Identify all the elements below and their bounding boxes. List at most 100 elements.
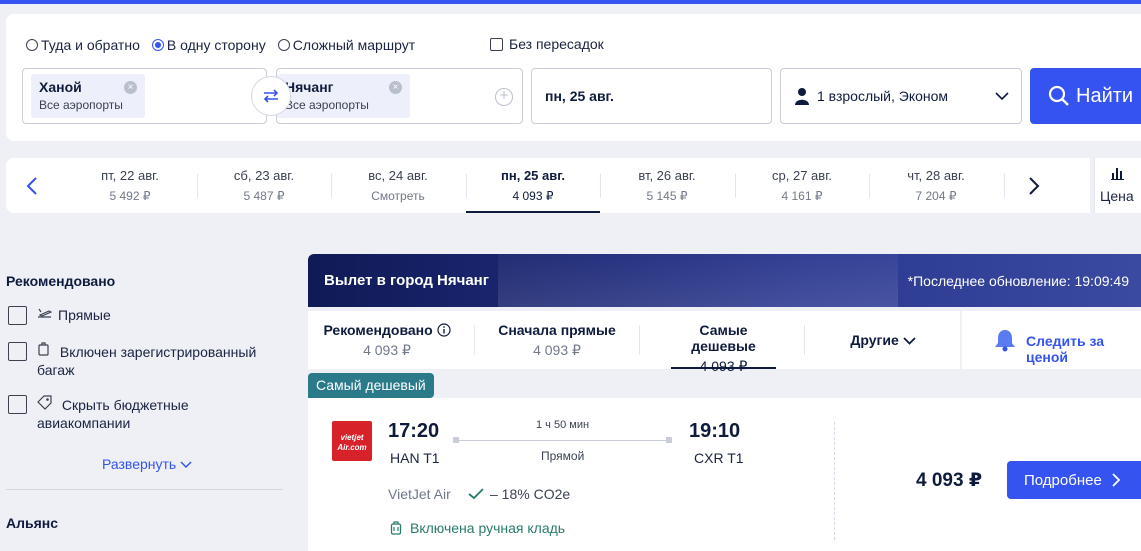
top-accent-bar (0, 0, 1141, 4)
origin-chip[interactable]: Ханой Все аэропорты × (31, 74, 145, 118)
flight-card[interactable]: vietjet Air.com 17:20 HAN T1 1 ч 50 мин П… (308, 398, 1141, 551)
stops-label: Прямой (541, 449, 585, 463)
plane-icon (38, 308, 52, 318)
radio-selected-icon[interactable] (151, 39, 164, 51)
search-button-label: Найти (1076, 84, 1134, 107)
airline-name: VietJet Air (388, 486, 451, 502)
add-destination-icon[interactable]: + (495, 88, 513, 106)
trip-type-multicity[interactable]: Сложный маршрут (277, 37, 416, 53)
divider (834, 422, 835, 540)
sort-tab-cheapest[interactable]: Самые дешевые 4 093 ₽ (671, 311, 776, 374)
date-option-price: Смотреть (371, 189, 425, 203)
checkbox-icon[interactable] (490, 37, 503, 51)
date-option-selected[interactable]: пн, 25 авг. 4 093 ₽ (466, 158, 600, 213)
date-field[interactable]: пн, 25 авг. (531, 68, 772, 124)
date-option[interactable]: сб, 23 авг. 5 487 ₽ (197, 158, 331, 213)
radio-icon[interactable] (26, 39, 38, 51)
divider (639, 325, 640, 355)
sort-other-dropdown[interactable]: Другие (838, 311, 928, 369)
bell-icon (995, 330, 1015, 352)
date-option-date: вт, 26 авг. (638, 168, 696, 183)
date-option[interactable]: вс, 24 авг. Смотреть (331, 158, 465, 213)
divider (474, 325, 475, 355)
destination-field[interactable]: Нячанг Все аэропорты × (276, 68, 523, 124)
watch-price-label: Следить за ценой (1026, 333, 1105, 365)
divider (1004, 174, 1005, 198)
date-option[interactable]: пт, 22 авг. 5 492 ₽ (63, 158, 197, 213)
co2-info[interactable]: – 18% CO2e (468, 486, 570, 502)
price-chart-label: Цена (1100, 188, 1134, 204)
date-option-date: вс, 24 авг. (368, 168, 428, 183)
person-icon (795, 88, 809, 105)
nonstop-checkbox[interactable]: Без пересадок (490, 36, 604, 52)
swap-button[interactable] (251, 76, 291, 116)
price-chart-toggle[interactable]: Цена (1094, 158, 1141, 213)
date-option[interactable]: вт, 26 авг. 5 145 ₽ (600, 158, 734, 213)
destination-chip[interactable]: Нячанг Все аэропорты × (277, 74, 410, 118)
checkbox-icon[interactable] (8, 306, 27, 325)
flight-duration: 1 ч 50 мин (536, 419, 590, 431)
chevron-down-icon (995, 92, 1009, 101)
baggage-label: Включена ручная кладь (410, 520, 566, 536)
clear-destination-icon[interactable]: × (389, 81, 402, 94)
date-option-price: 7 204 ₽ (915, 189, 957, 203)
info-icon[interactable] (436, 323, 451, 337)
city-skyline-image (498, 254, 898, 307)
passengers-field[interactable]: 1 взрослый, Эконом (780, 68, 1022, 124)
checkbox-icon[interactable] (8, 395, 27, 414)
chevron-right-icon[interactable] (1028, 176, 1040, 196)
origin-field[interactable]: Ханой Все аэропорты × (22, 68, 267, 124)
sort-tab-title: Рекомендовано (323, 322, 433, 338)
checkbox-icon[interactable] (8, 342, 27, 361)
date-option-price: 4 161 ₽ (781, 189, 823, 203)
trip-type-oneway[interactable]: В одну сторону (151, 37, 266, 53)
nonstop-label: Без пересадок (509, 36, 604, 52)
sort-tab-price: 4 093 ₽ (363, 342, 411, 358)
expand-filters-link[interactable]: Развернуть (102, 456, 192, 472)
clear-origin-icon[interactable]: × (124, 81, 137, 94)
sort-tab-title: Самые дешевые (691, 322, 756, 354)
sort-tab-price: 4 093 ₽ (533, 342, 581, 358)
trip-type-label: Сложный маршрут (292, 37, 416, 53)
details-button[interactable]: Подробнее (1007, 461, 1141, 499)
date-option[interactable]: ср, 27 авг. 4 161 ₽ (735, 158, 869, 213)
chevron-left-icon[interactable] (26, 176, 38, 196)
filter-hide-budget[interactable]: Скрыть бюджетные авиакомпании (8, 395, 248, 432)
date-option-price: 5 487 ₽ (243, 189, 285, 203)
carry-on-icon (390, 520, 402, 535)
date-option-date: ср, 27 авг. (772, 168, 832, 183)
filter-label: Включен зарегистрированный багаж (37, 344, 257, 378)
depart-time: 17:20 (388, 420, 440, 442)
suitcase-icon (38, 342, 49, 356)
sort-tab-direct-first[interactable]: Сначала прямые 4 093 ₽ (498, 311, 616, 369)
cheapest-badge: Самый дешевый (308, 373, 434, 398)
date-option-date: пн, 25 авг. (501, 168, 565, 183)
trip-type-label: В одну сторону (166, 37, 266, 53)
watch-price-button[interactable]: Следить за ценой (962, 311, 1141, 369)
trip-type-roundtrip[interactable]: Туда и обратно (26, 37, 140, 53)
chevron-down-icon (902, 337, 916, 345)
date-value: пн, 25 авг. (545, 88, 614, 104)
radio-icon[interactable] (277, 39, 290, 51)
vietjet-logo: vietjet Air.com (332, 421, 372, 461)
details-button-label: Подробнее (1024, 471, 1102, 489)
passengers-value: 1 взрослый, Эконом (817, 88, 949, 104)
arrive-time: 19:10 (689, 420, 741, 442)
date-option-price: 5 145 ₽ (646, 189, 688, 203)
sort-other-label: Другие (850, 332, 899, 348)
search-button[interactable]: Найти (1030, 68, 1141, 124)
swap-icon (263, 89, 279, 103)
trip-type-group: Туда и обратно В одну сторону Сложный ма… (26, 36, 427, 54)
filter-direct[interactable]: Прямые (8, 306, 111, 325)
filter-checked-baggage[interactable]: Включен зарегистрированный багаж (8, 342, 278, 379)
date-option[interactable]: чт, 28 авг. 7 204 ₽ (869, 158, 1003, 213)
route-line (456, 440, 670, 441)
date-option-price: 5 492 ₽ (109, 189, 151, 203)
date-option-date: пт, 22 авг. (101, 168, 159, 183)
results-header: Вылет в город Нячанг *Последнее обновлен… (308, 254, 1141, 307)
check-icon (468, 488, 484, 500)
divider (6, 489, 283, 490)
depart-airport: HAN T1 (390, 450, 440, 466)
tag-icon (37, 395, 52, 410)
sort-tab-recommended[interactable]: Рекомендовано 4 093 ₽ (322, 311, 452, 369)
